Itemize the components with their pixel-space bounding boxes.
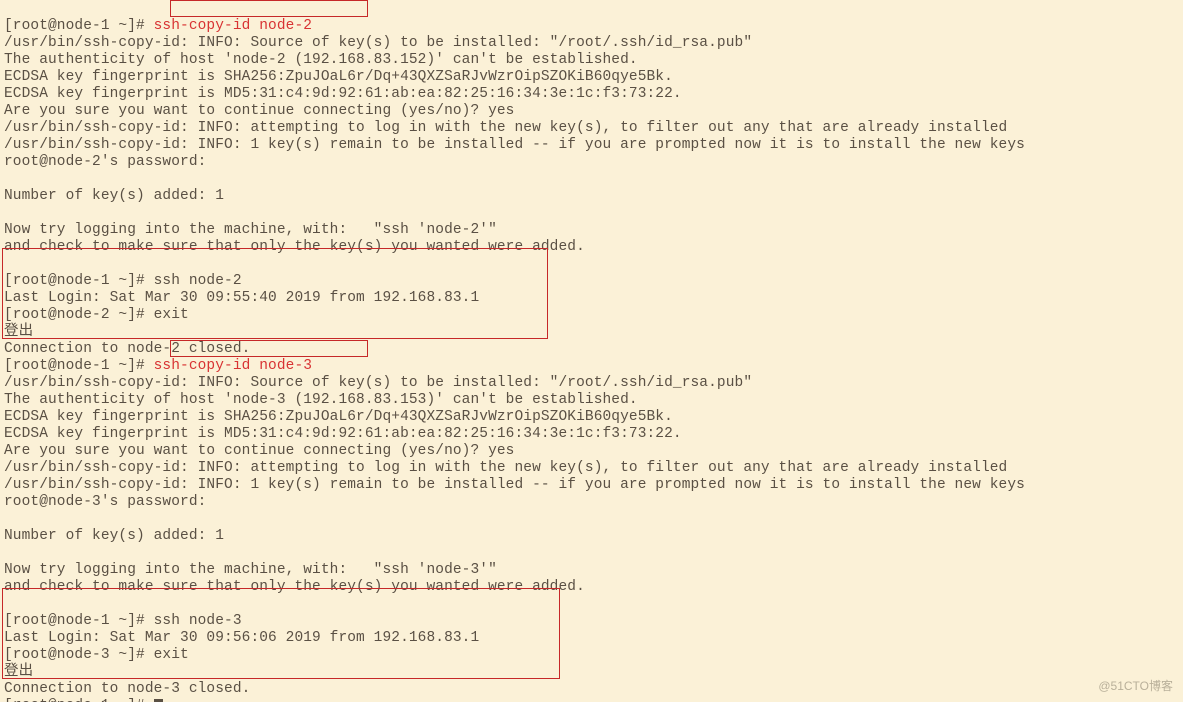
highlight-box-ssh-session-node3 — [2, 588, 560, 679]
output-line: /usr/bin/ssh-copy-id: INFO: Source of ke… — [4, 375, 752, 391]
output-line: Number of key(s) added: 1 — [4, 528, 224, 544]
output-line: ECDSA key fingerprint is SHA256:ZpuJOaL6… — [4, 409, 673, 425]
output-line: ECDSA key fingerprint is MD5:31:c4:9d:92… — [4, 426, 682, 442]
output-line: Number of key(s) added: 1 — [4, 188, 224, 204]
highlight-box-ssh-session-node2 — [2, 248, 548, 339]
output-line: /usr/bin/ssh-copy-id: INFO: attempting t… — [4, 120, 1007, 136]
output-line: /usr/bin/ssh-copy-id: INFO: attempting t… — [4, 460, 1007, 476]
output-line: root@node-2's password: — [4, 154, 215, 170]
output-line: ECDSA key fingerprint is MD5:31:c4:9d:92… — [4, 86, 682, 102]
output-line: Now try logging into the machine, with: … — [4, 562, 497, 578]
output-line: The authenticity of host 'node-2 (192.16… — [4, 52, 638, 68]
output-line: Now try logging into the machine, with: … — [4, 222, 497, 238]
highlight-box-cmd-node3 — [170, 340, 368, 357]
output-line: /usr/bin/ssh-copy-id: INFO: Source of ke… — [4, 35, 752, 51]
prompt-node1-1: [root@node-1 ~]# — [4, 18, 154, 34]
output-line: /usr/bin/ssh-copy-id: INFO: 1 key(s) rem… — [4, 477, 1025, 493]
output-line: /usr/bin/ssh-copy-id: INFO: 1 key(s) rem… — [4, 137, 1025, 153]
watermark-text: @51CTO博客 — [1098, 677, 1173, 694]
output-line: ECDSA key fingerprint is SHA256:ZpuJOaL6… — [4, 69, 673, 85]
output-line: Are you sure you want to continue connec… — [4, 443, 514, 459]
cmd-ssh-copy-id-node2: ssh-copy-id node-2 — [154, 18, 312, 34]
highlight-box-cmd-node2 — [170, 0, 368, 17]
cmd-ssh-copy-id-node3: ssh-copy-id node-3 — [154, 358, 312, 374]
output-line: The authenticity of host 'node-3 (192.16… — [4, 392, 638, 408]
prompt-node1-2: [root@node-1 ~]# — [4, 358, 154, 374]
output-line: Connection to node-3 closed. — [4, 681, 250, 697]
output-line: root@node-3's password: — [4, 494, 215, 510]
output-line: Are you sure you want to continue connec… — [4, 103, 514, 119]
prompt-node1-final: [root@node-1 ~]# — [4, 698, 154, 702]
